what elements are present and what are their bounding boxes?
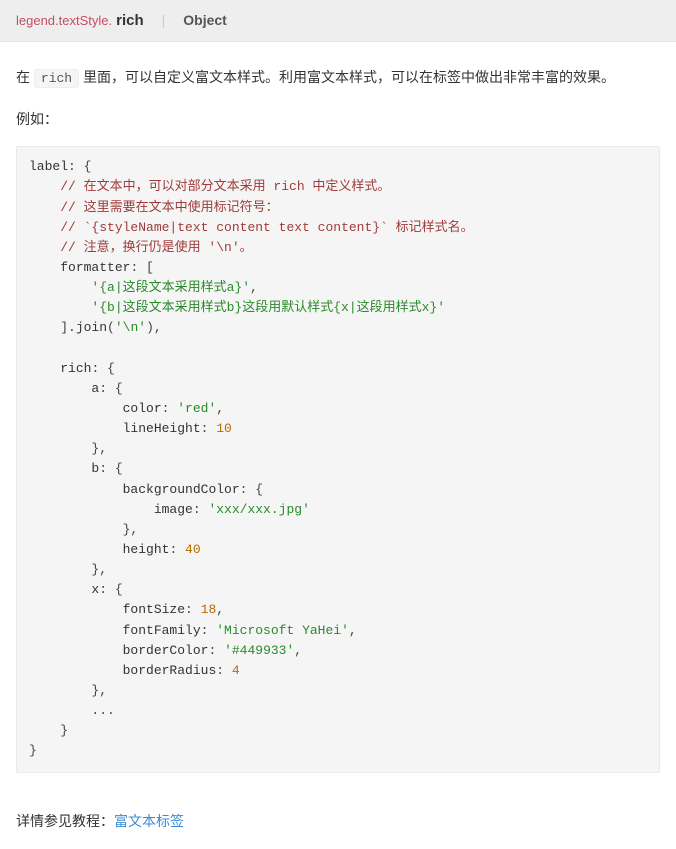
- api-path: legend.textStyle. rich: [16, 12, 144, 29]
- doc-body: 在 rich 里面，可以自定义富文本样式。利用富文本样式，可以在标签中做出非常丰…: [0, 42, 676, 805]
- inline-code-rich: rich: [34, 69, 79, 88]
- header-divider: |: [162, 12, 166, 28]
- code-block: label: { // 在文本中，可以对部分文本采用 rich 中定义样式。 /…: [16, 146, 660, 772]
- doc-header: legend.textStyle. rich | Object: [0, 0, 676, 42]
- footer-text: 详情参见教程：: [16, 813, 114, 829]
- rich-text-link[interactable]: 富文本标签: [114, 813, 184, 829]
- example-label: 例如：: [16, 106, 660, 133]
- type-label: Object: [183, 12, 227, 28]
- intro-paragraph: 在 rich 里面，可以自定义富文本样式。利用富文本样式，可以在标签中做出非常丰…: [16, 64, 660, 92]
- path-name: rich: [116, 12, 144, 29]
- doc-footer: 详情参见教程：富文本标签: [0, 805, 676, 849]
- path-prefix: legend.textStyle.: [16, 13, 112, 28]
